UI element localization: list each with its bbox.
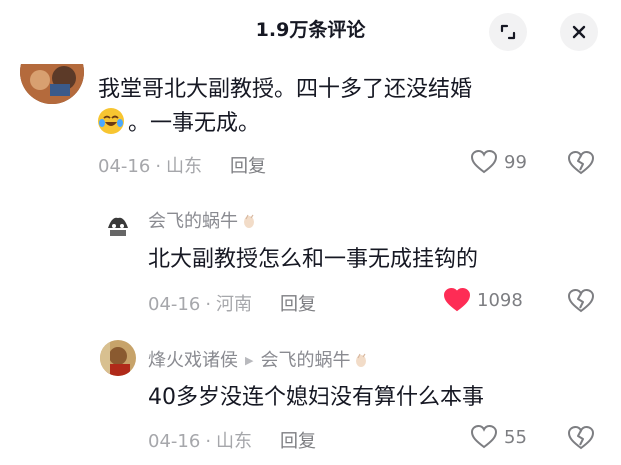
like-count: 1098 xyxy=(477,289,523,311)
comment-meta: 04-16 · 河南 回复 xyxy=(148,294,317,315)
heart-filled-icon xyxy=(443,287,471,312)
heart-outline-icon xyxy=(470,149,498,174)
broken-heart-icon xyxy=(567,425,595,450)
like-button[interactable]: 99 xyxy=(470,149,527,175)
reply-to-username[interactable]: 会飞的蜗牛 xyxy=(260,350,350,371)
reply-arrow-icon: ▶ xyxy=(245,354,254,367)
username[interactable]: 烽火戏诸侯 ▶ 会飞的蜗牛 xyxy=(148,346,369,372)
expand-icon xyxy=(500,24,516,40)
like-button[interactable]: 1098 xyxy=(443,287,523,313)
close-icon xyxy=(572,25,586,39)
comment-count-title: 1.9万条评论 xyxy=(255,19,366,41)
comment-date: 04-16 xyxy=(148,294,201,315)
broken-heart-icon xyxy=(567,288,595,313)
close-button[interactable] xyxy=(560,13,598,51)
comment-meta: 04-16 · 山东 回复 xyxy=(148,431,317,452)
username[interactable]: 会飞的蜗牛 xyxy=(148,207,257,233)
dislike-button[interactable] xyxy=(567,288,595,318)
like-button[interactable]: 55 xyxy=(470,424,527,450)
like-count: 99 xyxy=(504,151,527,173)
like-count: 55 xyxy=(504,426,527,448)
dislike-button[interactable] xyxy=(567,425,595,455)
comment-date: 04-16 xyxy=(148,431,201,452)
broken-heart-icon xyxy=(567,150,595,175)
clap-emoji-icon xyxy=(353,352,369,368)
comment-location: 山东 xyxy=(216,431,253,452)
reply-text: 北大副教授怎么和一事无成挂钩的 xyxy=(148,247,479,272)
comment-location: 山东 xyxy=(166,156,203,177)
reply-button[interactable]: 回复 xyxy=(280,431,316,452)
dislike-button[interactable] xyxy=(567,150,595,180)
crying-laughing-emoji-icon xyxy=(98,108,124,134)
comment-text: 我堂哥北大副教授。四十多了还没结婚 。一事无成。 xyxy=(98,77,473,136)
comments-header: 1.9万条评论 xyxy=(0,0,621,60)
reply-text: 40多岁没连个媳妇没有算什么本事 xyxy=(148,385,484,410)
comment-location: 河南 xyxy=(216,294,253,315)
comment-meta: 04-16 · 山东 回复 xyxy=(98,156,267,177)
avatar[interactable] xyxy=(100,206,136,242)
comment-date: 04-16 xyxy=(98,156,151,177)
reply-button[interactable]: 回复 xyxy=(280,294,316,315)
avatar[interactable] xyxy=(100,340,136,376)
heart-outline-icon xyxy=(470,424,498,449)
reply-button[interactable]: 回复 xyxy=(230,156,266,177)
expand-button[interactable] xyxy=(489,13,527,51)
clap-emoji-icon xyxy=(241,213,257,229)
